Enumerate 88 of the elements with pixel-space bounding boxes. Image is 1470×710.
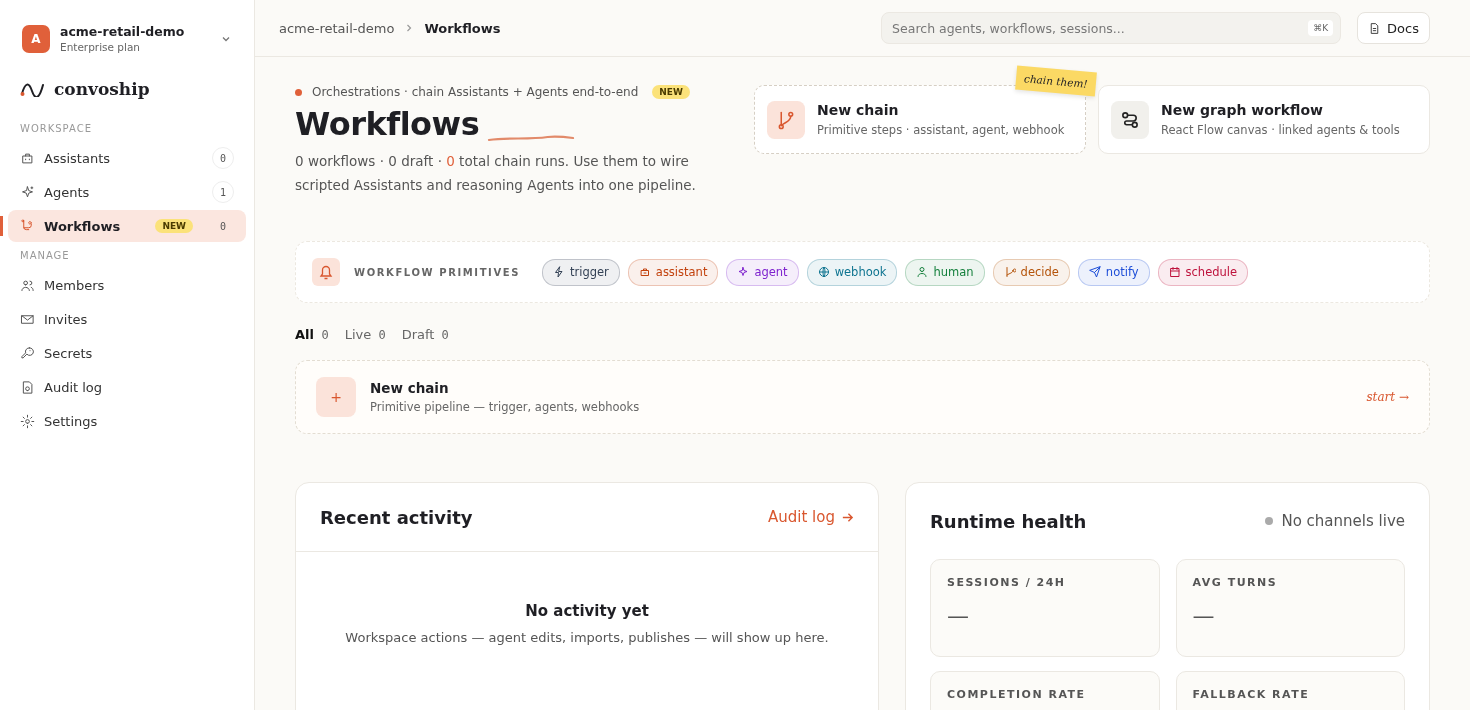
filter-tab[interactable]: All 0 [295,327,329,342]
audit-log-link[interactable]: Audit log [768,508,854,526]
workspace-plan: Enterprise plan [60,41,142,53]
primitive-chip[interactable]: notify [1077,258,1150,286]
primitive-chip[interactable]: webhook [806,258,898,286]
nav-item[interactable]: Settings [8,405,246,437]
nav-item[interactable]: Agents 1 [8,176,246,208]
row-title: New chain [370,380,450,396]
metric-value: — [1192,603,1216,628]
nav-item[interactable]: Members [8,269,246,301]
nav-label: Audit log [44,379,104,395]
nav-label: Assistants [44,150,111,166]
card-title: Runtime health [930,510,1087,532]
nav-label: Agents [44,184,91,200]
eyebrow-text: Orchestrations · chain Assistants + Agents end-to-end [312,85,639,99]
nav-item[interactable]: Assistants 0 [8,142,246,174]
metric-label: AVG TURNS [1192,576,1279,589]
metric-label: SESSIONS / 24H [947,576,1067,589]
metric-label: COMPLETION RATE [947,688,1087,701]
nav-item[interactable]: Invites [8,303,246,335]
card-title: Recent activity [320,506,473,528]
nav-item[interactable]: Audit log [8,371,246,403]
shortcut-hint: ⌘K [1308,20,1334,36]
branch-icon [767,100,805,139]
robot-icon [638,266,651,278]
active-indicator [0,216,3,236]
action-title: New graph workflow [1161,102,1324,118]
nav-item[interactable]: Secrets [8,337,246,369]
docs-button[interactable]: Docs [1357,12,1430,44]
branch-icon [1003,266,1016,278]
sticky-note: chain them! [1015,65,1097,97]
nav-icon [20,184,35,200]
status-text: No channels live [1281,512,1405,530]
calendar-icon [1168,266,1181,278]
primitive-chip[interactable]: schedule [1157,258,1249,286]
lightning-icon [553,266,565,278]
workspace-name: acme-retail-demo [60,24,186,39]
new-badge: NEW [652,85,690,99]
filter-tab[interactable]: Live 0 [344,327,386,342]
status-dot-icon [295,88,302,96]
empty-title: No activity yet [524,602,650,620]
route-icon [1111,100,1149,139]
start-link[interactable]: start → [1366,390,1409,404]
nav-icon [20,379,35,395]
breadcrumb-item: Workflows [424,20,501,36]
primitive-chip[interactable]: assistant [627,258,719,286]
sparkle-icon [737,266,750,278]
filter-tab[interactable]: Draft 0 [401,327,449,342]
primitive-chip[interactable]: decide [992,258,1070,286]
workspace-avatar: A [22,24,50,53]
row-subtitle: Primitive pipeline — trigger, agents, webhooks [370,400,641,414]
status-dot-icon [1265,517,1274,525]
new-chain-row[interactable]: + New chain Primitive pipeline — trigger, agents, webhooks start → [295,360,1430,434]
section-heading: WORKSPACE [19,122,93,136]
nav-icon [20,345,35,361]
nav-icon [20,277,35,293]
item-count: 0 [219,219,227,234]
action-card[interactable]: New graph workflow React Flow canvas · linked agents & tools [1098,85,1430,154]
primitives-label: WORKFLOW PRIMITIVES [354,266,520,278]
nav-label: Secrets [44,345,94,361]
metric-value: — [947,603,970,628]
nav-label: Workflows [44,218,122,234]
empty-text: Workspace actions — agent edits, imports, publishes — will show up here. [344,630,830,645]
primitive-chip[interactable]: trigger [542,258,620,286]
nav-icon [20,413,35,429]
new-badge: NEW [155,219,193,233]
page-title: Workflows [295,105,480,143]
wave-logo-icon [20,81,46,97]
person-icon [916,266,929,278]
squiggle-underline-icon [487,133,576,143]
bell-icon [312,258,340,286]
action-subtitle: React Flow canvas · linked agents & tools [1161,123,1400,137]
breadcrumb-item[interactable]: acme-retail-demo [279,20,395,36]
primitive-chip[interactable]: agent [726,258,799,286]
metric-label: FALLBACK RATE [1192,688,1311,701]
nav-icon [20,150,35,166]
paper-plane-icon [1088,266,1101,278]
nav-label: Members [44,277,106,293]
page-description: 0 workflows · 0 draft · 0 total chain runs. Use them to wire scripted Assistants and reasoning Agents into one pipeline. [295,152,697,195]
section-heading: MANAGE [19,249,71,263]
brand-name: convoship [54,79,150,99]
plus-tile: + [316,377,356,417]
action-subtitle: Primitive steps · assistant, agent, webhook [817,123,1065,137]
globe-icon [817,266,830,278]
primitive-chip[interactable]: human [905,258,985,286]
nav-label: Settings [44,413,99,429]
action-title: New chain [817,102,900,118]
nav-label: Invites [44,311,89,327]
